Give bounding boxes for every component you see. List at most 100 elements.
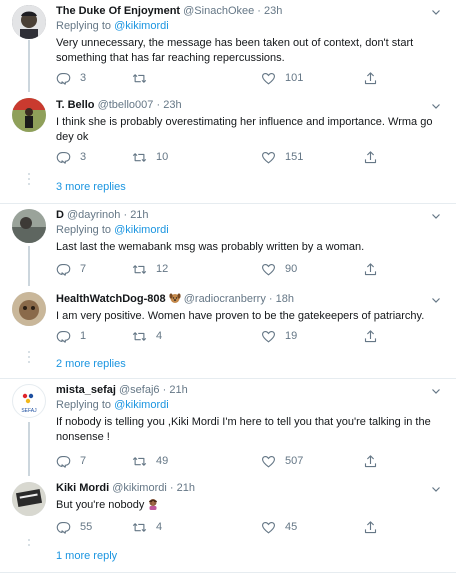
share-icon	[363, 150, 378, 165]
show-more-replies-link[interactable]: 2 more replies	[56, 357, 126, 371]
reply-button[interactable]: 3	[56, 149, 86, 165]
display-name[interactable]: HealthWatchDog-808	[56, 293, 166, 305]
timestamp[interactable]: 23h	[264, 5, 282, 17]
share-button[interactable]	[363, 519, 387, 535]
tweet-sefaj6[interactable]: SEFAJ mista_sefaj @sefaj6 · 21h Replying…	[0, 379, 456, 477]
avatar[interactable]	[12, 209, 46, 243]
user-handle[interactable]: @radiocranberry	[184, 293, 266, 305]
avatar[interactable]: SEFAJ	[12, 384, 46, 418]
mention-link[interactable]: @kikimordi	[114, 224, 169, 236]
share-button[interactable]	[363, 328, 387, 344]
like-button[interactable]: 19	[261, 328, 297, 344]
timestamp[interactable]: 21h	[130, 209, 148, 221]
reply-button[interactable]: 1	[56, 328, 86, 344]
share-button[interactable]	[363, 453, 387, 469]
share-button[interactable]	[363, 70, 387, 86]
share-button[interactable]	[363, 149, 387, 165]
retweet-button[interactable]: 10	[132, 149, 168, 165]
like-count: 151	[285, 151, 304, 163]
retweet-button[interactable]: 4	[132, 328, 162, 344]
avatar[interactable]	[12, 5, 46, 39]
caret-down-icon[interactable]	[430, 100, 442, 112]
timestamp[interactable]: 21h	[177, 482, 195, 494]
replies-feed: The Duke Of Enjoyment @SinachOkee · 23h …	[0, 0, 456, 576]
reply-button[interactable]: 55	[56, 519, 92, 535]
tweet-text-body: But you're nobody	[56, 499, 145, 511]
show-more-replies-link[interactable]: 1 more reply	[56, 549, 117, 563]
display-name[interactable]: T. Bello	[56, 99, 95, 111]
retweet-count: 4	[156, 521, 163, 533]
caret-down-icon[interactable]	[430, 6, 442, 18]
retweet-icon	[132, 520, 147, 535]
tweet-header: T. Bello @tbello007 · 23h	[56, 98, 446, 113]
tweet-radiocranberry[interactable]: HealthWatchDog-808 @radiocranberry · 18h…	[0, 288, 456, 348]
separator: ·	[156, 99, 161, 111]
like-button[interactable]: 507	[261, 453, 303, 469]
like-button[interactable]: 151	[261, 149, 303, 165]
user-handle[interactable]: @SinachOkee	[183, 5, 254, 17]
share-icon	[363, 454, 378, 469]
timestamp[interactable]: 21h	[169, 384, 187, 396]
user-handle[interactable]: @tbello007	[98, 99, 154, 111]
tweet-tbello[interactable]: T. Bello @tbello007 · 23h I think she is…	[0, 94, 456, 170]
retweet-icon	[132, 454, 147, 469]
retweet-button[interactable]	[132, 70, 156, 86]
reply-button[interactable]: 3	[56, 70, 86, 86]
retweet-count: 10	[156, 151, 169, 163]
retweet-icon	[132, 71, 147, 86]
avatar[interactable]	[12, 98, 46, 132]
replying-to-label: Replying to	[56, 20, 112, 32]
like-count: 19	[285, 330, 298, 342]
display-name[interactable]: The Duke Of Enjoyment	[56, 5, 180, 17]
tweet-text: If nobody is telling you ,Kiki Mordi I'm…	[56, 416, 431, 443]
user-handle[interactable]: @kikimordi	[112, 482, 167, 494]
avatar[interactable]	[12, 292, 46, 326]
timestamp[interactable]: 18h	[276, 293, 294, 305]
reply-button[interactable]: 7	[56, 261, 86, 277]
like-count: 90	[285, 263, 298, 275]
avatar[interactable]	[12, 482, 46, 516]
separator: ·	[162, 384, 167, 396]
replying-to: Replying to @kikimordi	[56, 223, 446, 238]
avatar-label: SEFAJ	[21, 408, 37, 414]
more-replies-dots	[26, 539, 32, 549]
display-name[interactable]: mista_sefaj	[56, 384, 116, 396]
caret-down-icon[interactable]	[430, 483, 442, 495]
share-button[interactable]	[363, 261, 387, 277]
retweet-button[interactable]: 49	[132, 453, 168, 469]
retweet-button[interactable]: 4	[132, 519, 162, 535]
reply-button[interactable]: 7	[56, 453, 86, 469]
tweet-sinachokee[interactable]: The Duke Of Enjoyment @SinachOkee · 23h …	[0, 0, 456, 94]
reply-icon	[56, 520, 71, 535]
tweet-text: I think she is probably overestimating h…	[56, 116, 433, 143]
caret-down-icon[interactable]	[430, 294, 442, 306]
divider	[0, 572, 456, 573]
tweet-text: I am very positive. Women have proven to…	[56, 310, 425, 322]
show-more-replies-link[interactable]: 3 more replies	[56, 180, 126, 194]
tweet-kikimordi[interactable]: Kiki Mordi @kikimordi · 21h But you're n…	[0, 477, 456, 537]
share-icon	[363, 520, 378, 535]
tweet-header: The Duke Of Enjoyment @SinachOkee · 23h	[56, 4, 446, 19]
timestamp[interactable]: 23h	[163, 99, 181, 111]
caret-down-icon[interactable]	[430, 210, 442, 222]
like-count: 45	[285, 521, 298, 533]
tweet-actions: 3 101	[56, 70, 416, 86]
separator: ·	[169, 482, 174, 494]
mention-link[interactable]: @kikimordi	[114, 399, 169, 411]
caret-down-icon[interactable]	[430, 385, 442, 397]
user-handle[interactable]: @sefaj6	[119, 384, 160, 396]
mention-link[interactable]: @kikimordi	[114, 20, 169, 32]
display-name[interactable]: D	[56, 209, 64, 221]
retweet-button[interactable]: 12	[132, 261, 168, 277]
like-button[interactable]: 45	[261, 519, 297, 535]
like-button[interactable]: 90	[261, 261, 297, 277]
display-name[interactable]: Kiki Mordi	[56, 482, 109, 494]
reply-icon	[56, 454, 71, 469]
like-button[interactable]: 101	[261, 70, 303, 86]
tweet-dayrinoh[interactable]: D @dayrinoh · 21h Replying to @kikimordi…	[0, 204, 456, 288]
more-replies-dots	[26, 351, 32, 366]
reply-count: 1	[80, 330, 87, 342]
tweet-actions: 3 10 151	[56, 149, 416, 165]
reply-count: 7	[80, 455, 87, 467]
user-handle[interactable]: @dayrinoh	[67, 209, 120, 221]
